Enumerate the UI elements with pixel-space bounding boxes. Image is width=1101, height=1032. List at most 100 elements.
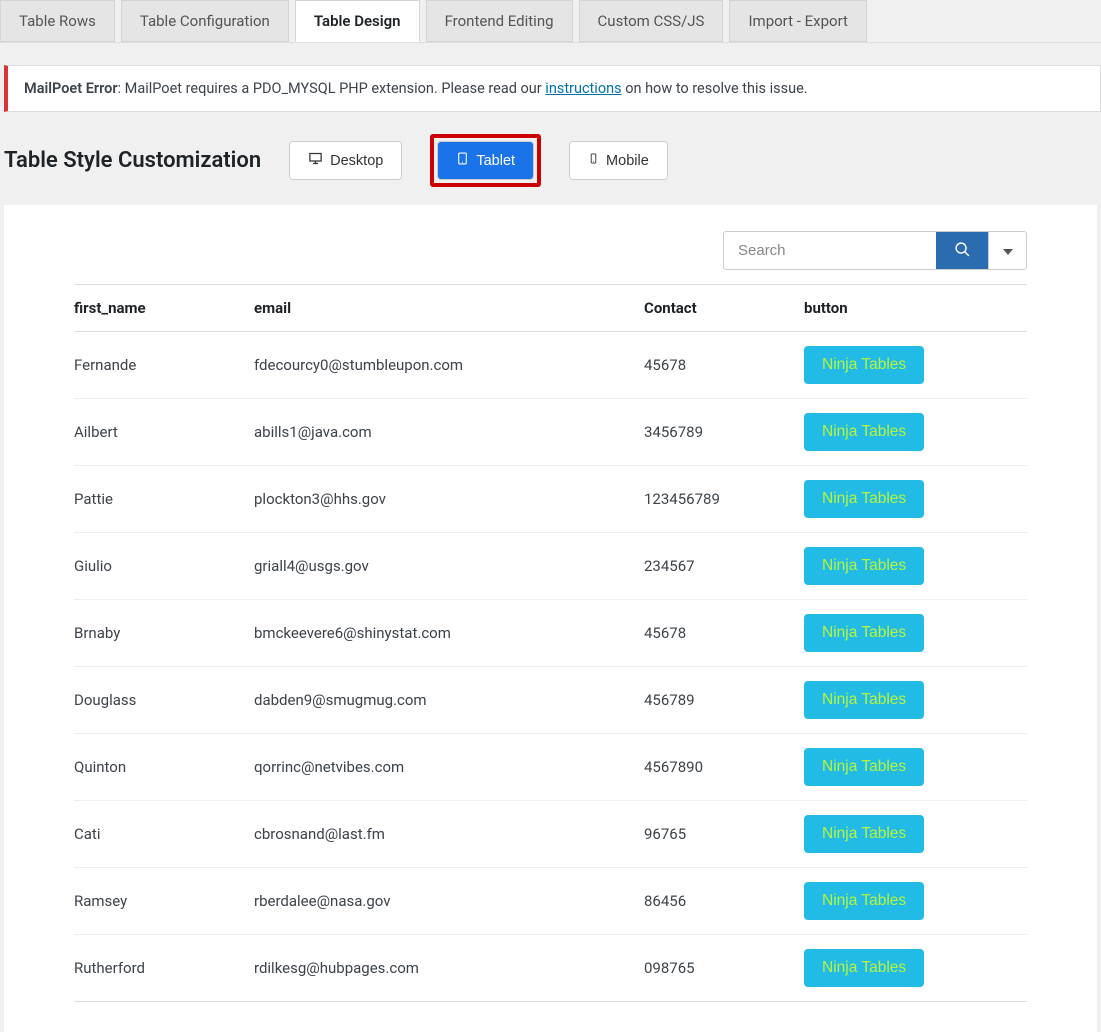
device-switcher: Desktop xyxy=(289,141,402,180)
table-row: Giuliogriall4@usgs.gov234567Ninja Tables xyxy=(74,533,1027,600)
cell-email: rdilkesg@hubpages.com xyxy=(254,935,644,1002)
cell-contact: 3456789 xyxy=(644,399,804,466)
ninja-tables-button[interactable]: Ninja Tables xyxy=(804,815,924,853)
ninja-tables-button[interactable]: Ninja Tables xyxy=(804,480,924,518)
tablet-icon xyxy=(456,151,469,170)
device-mobile-button[interactable]: Mobile xyxy=(570,142,667,179)
page-title: Table Style Customization xyxy=(4,148,261,173)
cell-email: cbrosnand@last.fm xyxy=(254,801,644,868)
tab-bar: Table Rows Table Configuration Table Des… xyxy=(0,0,1101,43)
cell-button: Ninja Tables xyxy=(804,533,1027,600)
tab-frontend-editing[interactable]: Frontend Editing xyxy=(426,0,573,42)
cell-button: Ninja Tables xyxy=(804,332,1027,399)
cell-contact: 45678 xyxy=(644,332,804,399)
error-prefix: MailPoet Error xyxy=(24,80,118,97)
col-header-email[interactable]: email xyxy=(254,285,644,332)
tablet-highlight: Tablet xyxy=(430,134,541,187)
cell-contact: 234567 xyxy=(644,533,804,600)
search-input[interactable] xyxy=(724,232,936,269)
table-preview-panel: first_name email Contact button Fernande… xyxy=(4,205,1097,1032)
caret-down-icon xyxy=(1003,243,1013,258)
device-desktop-label: Desktop xyxy=(330,153,383,169)
table-row: Quintonqorrinc@netvibes.com4567890Ninja … xyxy=(74,734,1027,801)
cell-email: griall4@usgs.gov xyxy=(254,533,644,600)
error-text-before: : MailPoet requires a PDO_MYSQL PHP exte… xyxy=(118,80,546,97)
cell-first-name: Pattie xyxy=(74,466,254,533)
device-desktop-button[interactable]: Desktop xyxy=(290,142,401,179)
cell-first-name: Brnaby xyxy=(74,600,254,667)
table-row: Rutherfordrdilkesg@hubpages.com098765Nin… xyxy=(74,935,1027,1002)
ninja-tables-button[interactable]: Ninja Tables xyxy=(804,882,924,920)
cell-first-name: Cati xyxy=(74,801,254,868)
error-instructions-link[interactable]: instructions xyxy=(545,80,621,97)
col-header-first-name[interactable]: first_name xyxy=(74,285,254,332)
cell-first-name: Ramsey xyxy=(74,868,254,935)
cell-first-name: Rutherford xyxy=(74,935,254,1002)
table-row: Fernandefdecourcy0@stumbleupon.com45678N… xyxy=(74,332,1027,399)
table-row: Brnabybmckeevere6@shinystat.com45678Ninj… xyxy=(74,600,1027,667)
cell-button: Ninja Tables xyxy=(804,667,1027,734)
cell-first-name: Giulio xyxy=(74,533,254,600)
cell-first-name: Ailbert xyxy=(74,399,254,466)
cell-contact: 098765 xyxy=(644,935,804,1002)
ninja-tables-button[interactable]: Ninja Tables xyxy=(804,614,924,652)
cell-contact: 123456789 xyxy=(644,466,804,533)
title-row: Table Style Customization Desktop Tablet… xyxy=(0,112,1101,205)
desktop-icon xyxy=(308,151,323,170)
table-row: Douglassdabden9@smugmug.com456789Ninja T… xyxy=(74,667,1027,734)
tab-table-design[interactable]: Table Design xyxy=(295,0,420,42)
cell-first-name: Fernande xyxy=(74,332,254,399)
cell-button: Ninja Tables xyxy=(804,868,1027,935)
error-alert: MailPoet Error: MailPoet requires a PDO_… xyxy=(4,65,1101,112)
search-dropdown-button[interactable] xyxy=(988,232,1026,269)
cell-contact: 96765 xyxy=(644,801,804,868)
cell-email: plockton3@hhs.gov xyxy=(254,466,644,533)
cell-button: Ninja Tables xyxy=(804,600,1027,667)
col-header-contact[interactable]: Contact xyxy=(644,285,804,332)
search-button[interactable] xyxy=(936,232,988,269)
device-mobile-label: Mobile xyxy=(606,153,649,169)
ninja-tables-button[interactable]: Ninja Tables xyxy=(804,748,924,786)
cell-contact: 456789 xyxy=(644,667,804,734)
cell-button: Ninja Tables xyxy=(804,734,1027,801)
table-row: Pattieplockton3@hhs.gov123456789Ninja Ta… xyxy=(74,466,1027,533)
cell-email: rberdalee@nasa.gov xyxy=(254,868,644,935)
cell-email: dabden9@smugmug.com xyxy=(254,667,644,734)
search-row xyxy=(74,231,1027,270)
data-table: first_name email Contact button Fernande… xyxy=(74,284,1027,1002)
cell-button: Ninja Tables xyxy=(804,801,1027,868)
device-tablet-button[interactable]: Tablet xyxy=(438,142,533,179)
table-row: Ramseyrberdalee@nasa.gov86456Ninja Table… xyxy=(74,868,1027,935)
tab-table-configuration[interactable]: Table Configuration xyxy=(121,0,289,42)
cell-button: Ninja Tables xyxy=(804,399,1027,466)
tab-import-export[interactable]: Import - Export xyxy=(729,0,866,42)
ninja-tables-button[interactable]: Ninja Tables xyxy=(804,413,924,451)
cell-contact: 45678 xyxy=(644,600,804,667)
mobile-icon xyxy=(588,151,599,170)
error-text-after: on how to resolve this issue. xyxy=(622,80,808,97)
ninja-tables-button[interactable]: Ninja Tables xyxy=(804,681,924,719)
cell-first-name: Douglass xyxy=(74,667,254,734)
ninja-tables-button[interactable]: Ninja Tables xyxy=(804,346,924,384)
tab-custom-css-js[interactable]: Custom CSS/JS xyxy=(579,0,724,42)
cell-email: abills1@java.com xyxy=(254,399,644,466)
cell-email: bmckeevere6@shinystat.com xyxy=(254,600,644,667)
cell-first-name: Quinton xyxy=(74,734,254,801)
col-header-button[interactable]: button xyxy=(804,285,1027,332)
cell-email: qorrinc@netvibes.com xyxy=(254,734,644,801)
table-header-row: first_name email Contact button xyxy=(74,285,1027,332)
ninja-tables-button[interactable]: Ninja Tables xyxy=(804,547,924,585)
tab-table-rows[interactable]: Table Rows xyxy=(0,0,115,42)
device-tablet-label: Tablet xyxy=(476,153,515,169)
device-mobile-group: Mobile xyxy=(569,141,668,180)
cell-contact: 86456 xyxy=(644,868,804,935)
cell-button: Ninja Tables xyxy=(804,935,1027,1002)
search-icon xyxy=(954,241,971,261)
table-row: Ailbertabills1@java.com3456789Ninja Tabl… xyxy=(74,399,1027,466)
cell-contact: 4567890 xyxy=(644,734,804,801)
ninja-tables-button[interactable]: Ninja Tables xyxy=(804,949,924,987)
search-wrap xyxy=(723,231,1027,270)
cell-button: Ninja Tables xyxy=(804,466,1027,533)
cell-email: fdecourcy0@stumbleupon.com xyxy=(254,332,644,399)
table-row: Caticbrosnand@last.fm96765Ninja Tables xyxy=(74,801,1027,868)
